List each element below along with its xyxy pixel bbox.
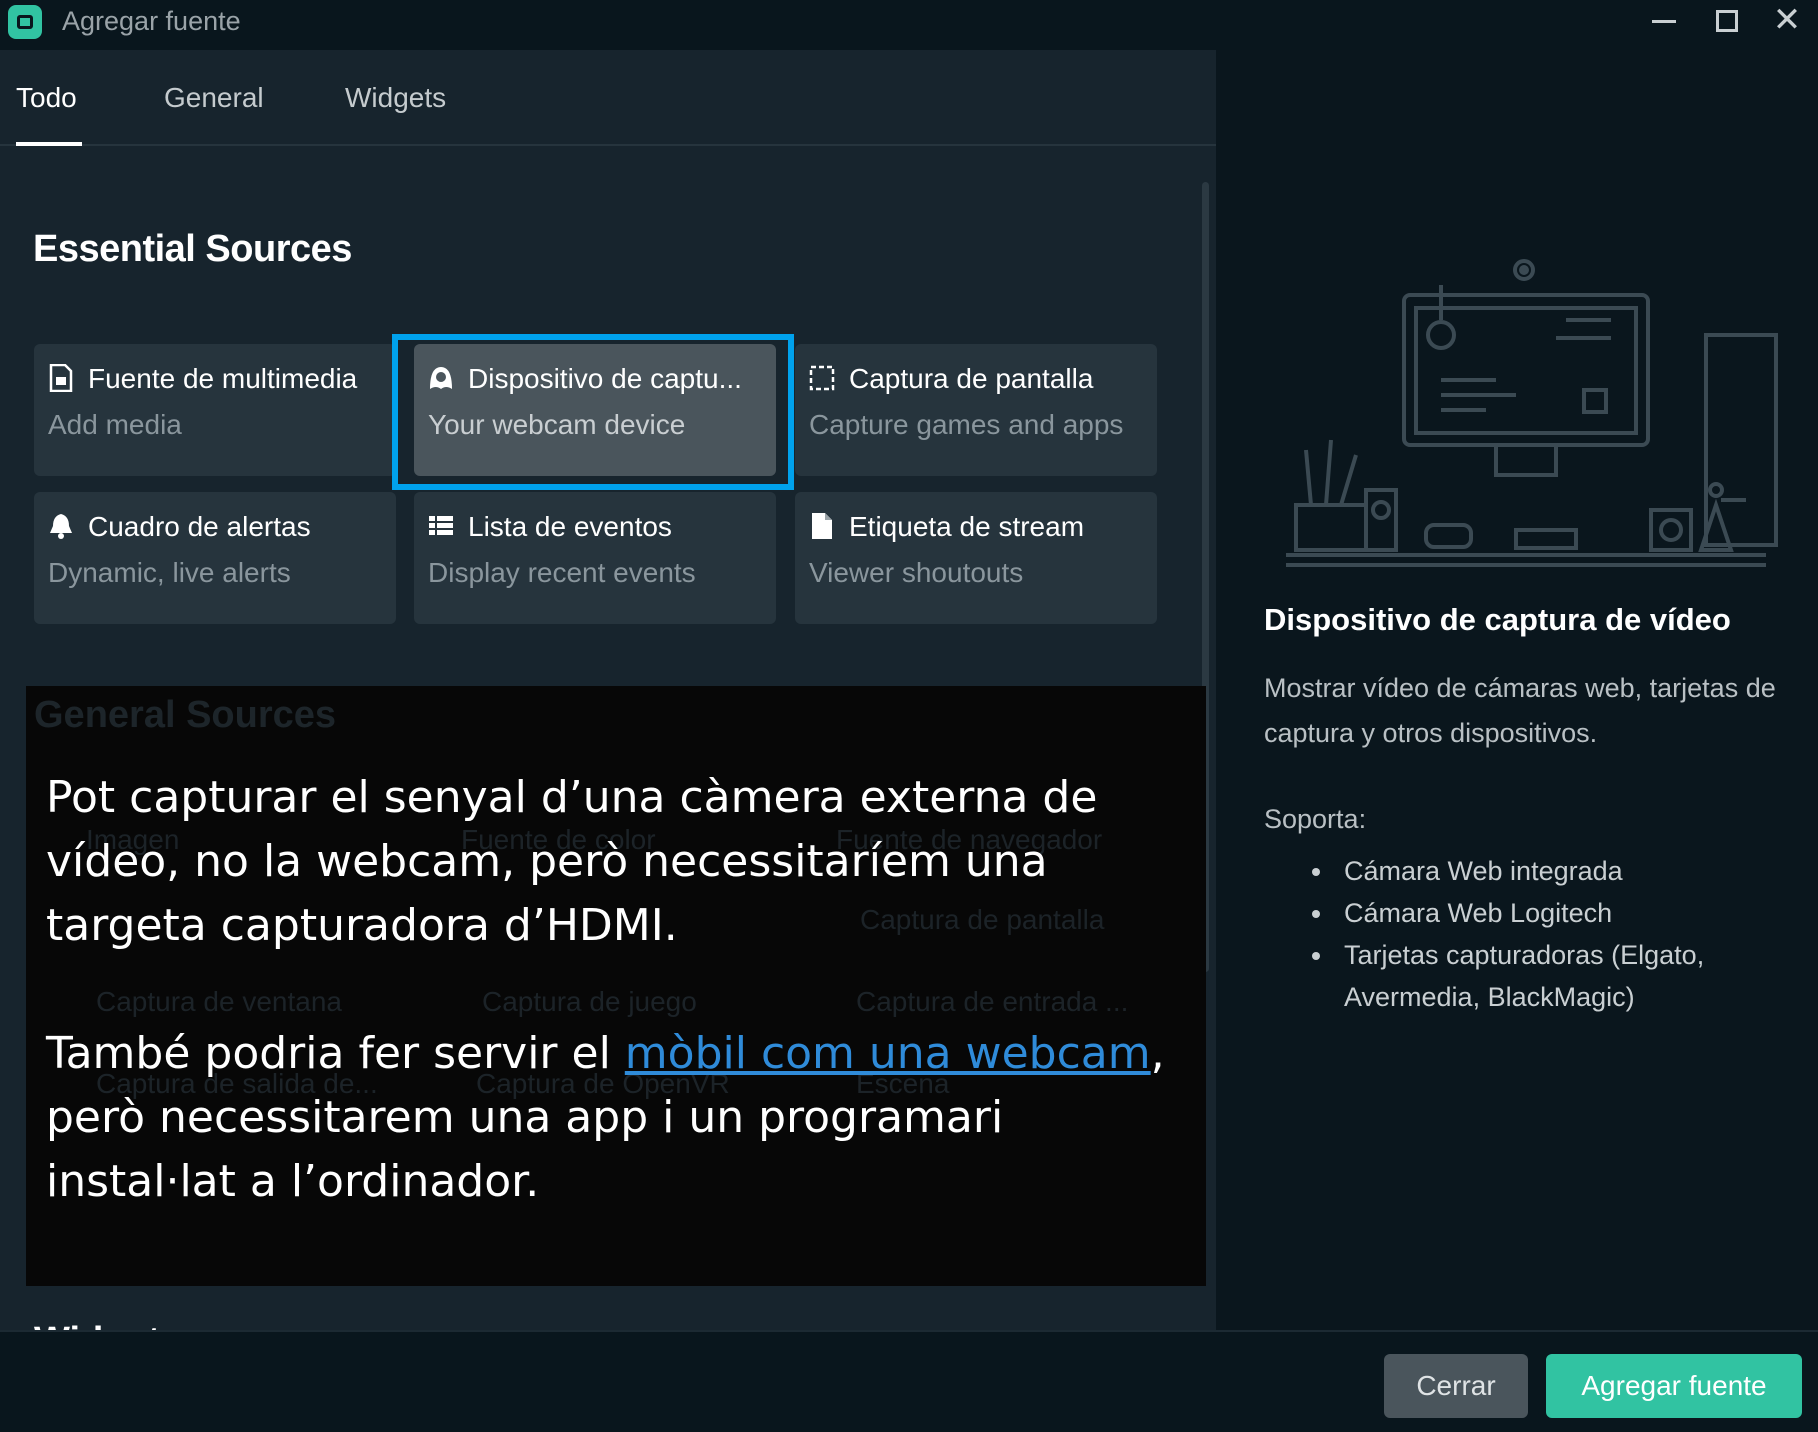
capture-setup-illustration-icon <box>1286 259 1778 567</box>
card-title: Etiqueta de stream <box>849 511 1085 542</box>
details-description: Mostrar vídeo de cámaras web, tarjetas d… <box>1264 673 1776 748</box>
card-subtitle: Viewer shoutouts <box>809 557 1024 588</box>
card-subtitle: Display recent events <box>428 557 696 588</box>
bell-icon <box>50 514 72 539</box>
tab-todo[interactable]: Todo <box>16 80 77 116</box>
title-bar: Agregar fuente ✕ <box>0 0 1818 50</box>
card-title: Lista de eventos <box>468 511 672 542</box>
details-pane: Dispositivo de captura de vídeo Mostrar … <box>1216 50 1818 1330</box>
source-card-alerts[interactable]: Cuadro de alertas Dynamic, live alerts <box>34 492 396 624</box>
media-file-icon <box>49 364 73 392</box>
mobile-webcam-link[interactable]: mòbil com una webcam <box>625 1028 1151 1079</box>
source-card-screen-capture[interactable]: Captura de pantalla Capture games and ap… <box>795 344 1157 476</box>
screen-capture-icon <box>809 365 835 391</box>
minimize-icon[interactable] <box>1644 2 1684 42</box>
card-subtitle: Dynamic, live alerts <box>48 557 291 588</box>
app-logo-icon <box>8 5 42 39</box>
annotation-overlay: General Sources Imagen Fuente de color F… <box>26 686 1206 1286</box>
tab-widgets[interactable]: Widgets <box>345 80 446 116</box>
maximize-icon[interactable] <box>1706 2 1746 42</box>
close-button[interactable]: Cerrar <box>1384 1354 1528 1418</box>
annotation-text: Pot capturar el senyal d’una càmera exte… <box>46 766 1196 1278</box>
annotation-paragraph: Pot capturar el senyal d’una càmera exte… <box>46 772 1098 951</box>
annotation-text-span: També podria fer servir el <box>46 1028 625 1079</box>
list-item: Tarjetas capturadoras (Elgato, Avermedia… <box>1312 934 1784 1018</box>
supports-label: Soporta: <box>1264 804 1367 834</box>
supports-list: Cámara Web integrada Cámara Web Logitech… <box>1312 850 1784 1018</box>
essential-sources-title: Essential Sources <box>33 228 352 270</box>
annotation-paragraph: També podria fer servir el mòbil com una… <box>46 1022 1196 1214</box>
add-source-button[interactable]: Agregar fuente <box>1546 1354 1802 1418</box>
card-title: Fuente de multimedia <box>88 363 358 394</box>
source-card-stream-label[interactable]: Etiqueta de stream Viewer shoutouts <box>795 492 1157 624</box>
card-title: Captura de pantalla <box>849 363 1094 394</box>
list-item: Cámara Web Logitech <box>1312 892 1784 934</box>
selection-highlight <box>392 334 794 490</box>
window-title: Agregar fuente <box>62 6 241 36</box>
card-subtitle: Capture games and apps <box>809 409 1124 440</box>
document-icon <box>812 513 832 539</box>
list-item: Cámara Web integrada <box>1312 850 1784 892</box>
general-sources-title: General Sources <box>34 694 337 736</box>
details-title: Dispositivo de captura de vídeo <box>1264 602 1731 637</box>
tab-bar: Todo General Widgets <box>0 50 1216 146</box>
card-subtitle: Add media <box>48 409 182 440</box>
tab-general[interactable]: General <box>164 80 264 116</box>
source-card-event-list[interactable]: Lista de eventos Display recent events <box>414 492 776 624</box>
source-card-media[interactable]: Fuente de multimedia Add media <box>34 344 396 476</box>
active-tab-indicator <box>16 142 82 146</box>
close-icon[interactable]: ✕ <box>1767 2 1807 42</box>
dialog-footer: Cerrar Agregar fuente <box>0 1330 1818 1432</box>
list-icon <box>429 516 453 535</box>
card-title: Cuadro de alertas <box>88 511 311 542</box>
